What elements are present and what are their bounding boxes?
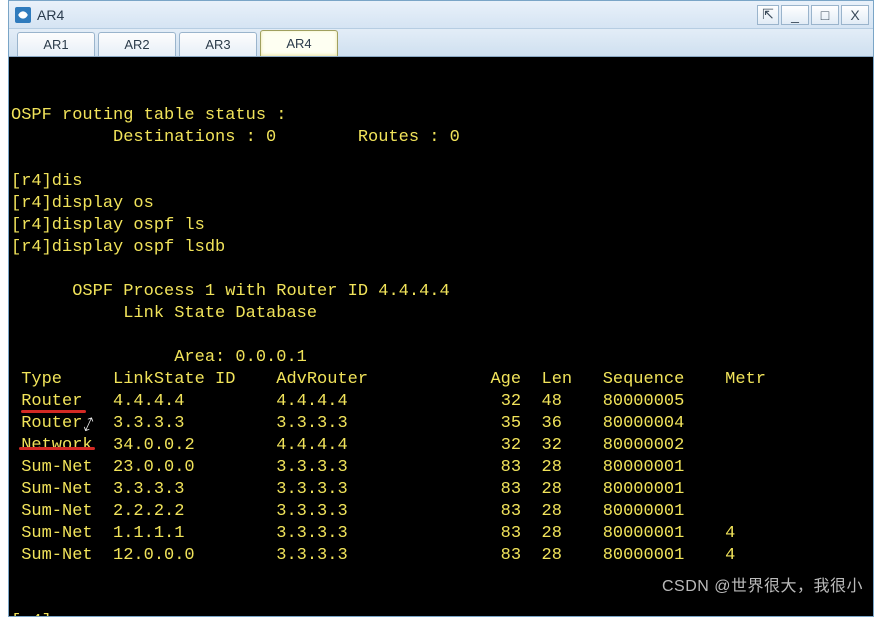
blank-line xyxy=(11,149,869,171)
close-button[interactable]: X xyxy=(841,5,869,25)
tab-ar1[interactable]: AR1 xyxy=(17,32,95,56)
blank-line xyxy=(11,567,869,589)
window-controls: ⇱ _ □ X xyxy=(755,5,869,25)
prompt-line: [r4] xyxy=(11,611,869,616)
tab-ar3[interactable]: AR3 xyxy=(179,32,257,56)
lsdb-row-7: Sum-Net 12.0.0.0 3.3.3.3 83 28 80000001 … xyxy=(11,545,869,567)
tab-ar4[interactable]: AR4 xyxy=(260,30,338,56)
cmd-line-1: [r4]display os xyxy=(11,193,869,215)
lsdb-header: Type LinkState ID AdvRouter Age Len Sequ… xyxy=(11,369,869,391)
mouse-cursor-icon: ⤢ xyxy=(80,414,99,439)
lsdb-row-5: Sum-Net 2.2.2.2 3.3.3.3 83 28 80000001 xyxy=(11,501,869,523)
window-title: AR4 xyxy=(37,7,64,23)
tab-ar2[interactable]: AR2 xyxy=(98,32,176,56)
lsdb-row-0: Router 4.4.4.4 4.4.4.4 32 48 80000005 xyxy=(11,391,869,413)
area-line: Area: 0.0.0.1 xyxy=(11,347,869,369)
counts-line: Destinations : 0 Routes : 0 xyxy=(11,127,869,149)
cmd-line-2: [r4]display ospf ls xyxy=(11,215,869,237)
lsdb-row-1: Router 3.3.3.3 3.3.3.3 35 36 80000004 ⤢ xyxy=(11,413,869,435)
left-gutter xyxy=(0,0,8,617)
process-line: OSPF Process 1 with Router ID 4.4.4.4 xyxy=(11,281,869,303)
minimize-button[interactable]: _ xyxy=(781,5,809,25)
lsdb-row-4: Sum-Net 3.3.3.3 3.3.3.3 83 28 80000001 xyxy=(11,479,869,501)
app-icon xyxy=(15,7,31,23)
blank-line xyxy=(11,259,869,281)
terminal[interactable]: OSPF routing table status : Destinations… xyxy=(9,57,873,616)
cmd-line-0: [r4]dis xyxy=(11,171,869,193)
blank-line xyxy=(11,325,869,347)
app-window: AR4 ⇱ _ □ X AR1AR2AR3AR4 OSPF routing ta… xyxy=(8,0,874,617)
lsdb-row-6: Sum-Net 1.1.1.1 3.3.3.3 83 28 80000001 4 xyxy=(11,523,869,545)
blank-line xyxy=(11,589,869,611)
lsdb-row-2: Network 34.0.0.2 4.4.4.4 32 32 80000002 xyxy=(11,435,869,457)
cmd-line-3: [r4]display ospf lsdb xyxy=(11,237,869,259)
titlebar[interactable]: AR4 ⇱ _ □ X xyxy=(9,1,873,29)
pin-button[interactable]: ⇱ xyxy=(757,5,779,25)
maximize-button[interactable]: □ xyxy=(811,5,839,25)
lsdb-title: Link State Database xyxy=(11,303,869,325)
tabstrip: AR1AR2AR3AR4 xyxy=(9,29,873,57)
status-line: OSPF routing table status : xyxy=(11,105,869,127)
lsdb-row-3: Sum-Net 23.0.0.0 3.3.3.3 83 28 80000001 xyxy=(11,457,869,479)
